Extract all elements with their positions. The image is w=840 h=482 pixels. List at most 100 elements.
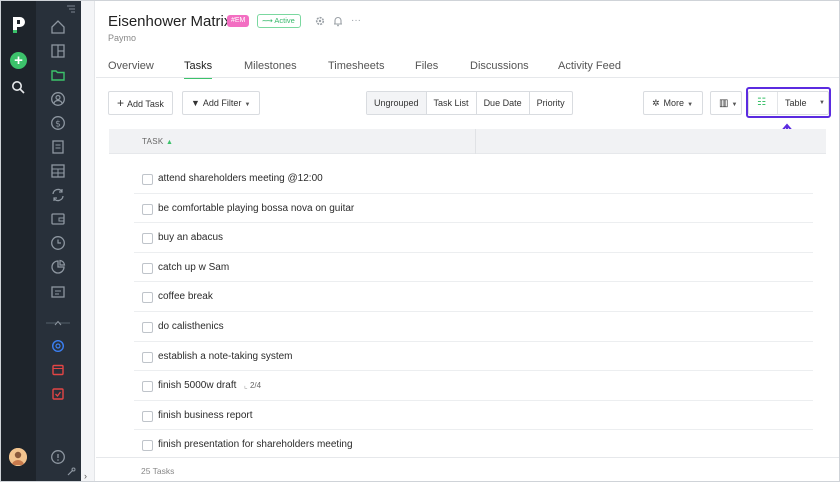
bell-icon[interactable] [332,15,344,27]
app-window: + $ › Eisenhower Matrix #EM ⟿ Active ···… [0,0,840,482]
tab-discussions[interactable]: Discussions [470,59,529,79]
table-row[interactable]: be comfortable playing bossa nova on gui… [134,194,813,224]
tab-tasks[interactable]: Tasks [184,59,213,79]
sidebar-toggle-strip[interactable]: › [81,1,95,481]
page-title: Eisenhower Matrix [108,13,232,30]
table-row[interactable]: do calisthenics [134,312,813,342]
subtask-counter[interactable]: ⌞ 2/4 [244,381,261,390]
table-header: TASK ▲ [109,129,826,154]
project-client: Paymo [108,33,137,43]
dollar-icon[interactable]: $ [50,115,66,131]
highlight-box [746,87,831,118]
task-checkbox[interactable] [142,410,153,422]
task-name[interactable]: finish presentation for shareholders mee… [158,439,353,450]
task-name[interactable]: finish business report [158,410,253,421]
table-row[interactable]: attend shareholders meeting @12:00 [134,164,813,194]
sync-icon[interactable] [50,187,66,203]
task-name[interactable]: coffee break [158,291,213,302]
pie-chart-icon[interactable] [50,259,66,275]
task-name[interactable]: catch up w Sam [158,262,229,273]
table-footer: 25 Tasks [96,457,839,481]
chevron-down-icon: ▼ [731,102,738,108]
task-count: 25 Tasks [141,466,175,476]
column-header-task-label: TASK [142,137,164,146]
columns-button[interactable]: ▥ ▼ [710,91,742,115]
wrench-icon[interactable] [66,467,76,477]
settings-icon[interactable] [314,15,326,27]
task-checkbox[interactable] [142,233,153,245]
task-checkbox[interactable] [142,292,153,304]
paymo-logo-icon[interactable] [10,15,28,35]
column-header-task[interactable]: TASK ▲ [142,137,173,146]
tab-files[interactable]: Files [415,59,438,79]
tab-overview[interactable]: Overview [108,59,154,79]
more-options-icon[interactable]: ··· [350,15,362,27]
table-row[interactable]: buy an abacus [134,223,813,253]
calendar-icon[interactable] [50,362,66,378]
status-icon: ⟿ [262,16,275,25]
task-name[interactable]: buy an abacus [158,232,223,243]
table-row[interactable]: catch up w Sam [134,253,813,283]
add-task-label: Add Task [127,99,164,109]
task-checkbox[interactable] [142,203,153,215]
wallet-icon[interactable] [50,211,66,227]
more-button[interactable]: ✲ More ▼ [643,91,703,115]
task-name[interactable]: attend shareholders meeting @12:00 [158,173,323,184]
folder-icon[interactable] [50,67,66,83]
project-tag-badge: #EM [227,15,250,27]
check-square-icon[interactable] [50,386,66,402]
group-priority-button[interactable]: Priority [530,92,572,114]
clock-icon[interactable] [50,235,66,251]
collapse-menu-icon[interactable] [66,5,76,13]
task-checkbox[interactable] [142,262,153,274]
task-checkbox[interactable] [142,381,153,393]
task-checkbox[interactable] [142,322,153,333]
user-avatar[interactable] [9,448,27,466]
at-icon[interactable] [50,338,66,354]
user-circle-icon[interactable] [50,91,66,107]
nav-sidebar: $ [36,1,81,481]
task-name[interactable]: establish a note-taking system [158,351,293,362]
gear-icon: ✲ [652,98,660,108]
tab-activity-feed[interactable]: Activity Feed [558,59,621,79]
tabs-divider [96,77,839,78]
status-badge[interactable]: ⟿ Active [257,14,301,28]
grouping-segmented-control: Ungrouped Task List Due Date Priority [366,91,573,115]
invoice-icon[interactable] [50,139,66,155]
sort-ascending-icon: ▲ [166,139,174,146]
table-row[interactable]: finish business report [134,401,813,431]
task-checkbox[interactable] [142,440,153,452]
expand-chevron-icon[interactable]: › [84,471,87,481]
add-filter-button[interactable]: ▼ Add Filter ▼ [182,91,260,115]
main-content: Eisenhower Matrix #EM ⟿ Active ··· Paymo… [96,1,839,481]
subtask-count: 2/4 [249,381,262,391]
task-checkbox[interactable] [142,351,153,363]
add-task-button[interactable]: + Add Task [108,91,173,115]
search-icon[interactable] [11,80,25,94]
group-ungrouped-button[interactable]: Ungrouped [367,92,427,114]
table-row[interactable]: finish presentation for shareholders mee… [134,430,813,460]
task-name[interactable]: be comfortable playing bossa nova on gui… [158,203,354,214]
table-row[interactable]: coffee break [134,282,813,312]
chevron-down-icon: ▼ [687,102,694,108]
building-icon[interactable] [50,43,66,59]
add-icon[interactable]: + [10,52,27,69]
home-icon[interactable] [50,19,66,35]
task-name[interactable]: finish 5000w draft [158,380,236,391]
grid-icon[interactable] [50,163,66,179]
table-row[interactable]: establish a note-taking system [134,342,813,372]
columns-icon: ▥ [719,98,729,109]
group-task-list-button[interactable]: Task List [427,92,477,114]
tab-milestones[interactable]: Milestones [244,59,297,79]
group-due-date-button[interactable]: Due Date [477,92,530,114]
list-icon[interactable] [50,284,66,300]
chevron-down-icon: ▼ [244,102,251,108]
task-checkbox[interactable] [142,174,153,185]
plus-icon: + [117,96,125,110]
task-name[interactable]: do calisthenics [158,321,224,332]
info-icon[interactable] [50,449,66,465]
tab-timesheets[interactable]: Timesheets [328,59,384,79]
tasks-toolbar: + Add Task ▼ Add Filter ▼ Ungrouped Task Li… [96,91,839,116]
status-label: Active [274,16,295,25]
table-row[interactable]: finish 5000w draft ⌞ 2/4 [134,371,813,401]
